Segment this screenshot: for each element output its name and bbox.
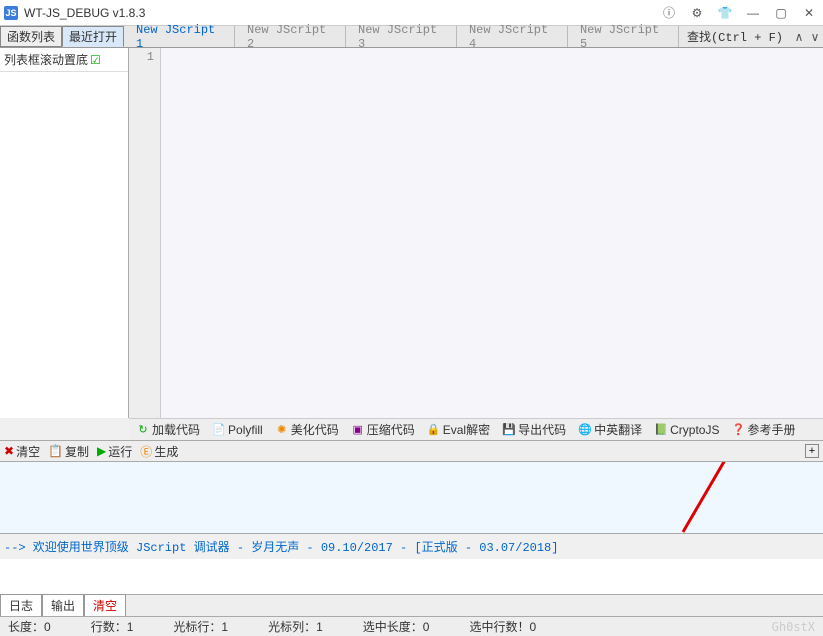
checkbox-icon[interactable]: ☑ — [90, 53, 101, 67]
gen-label: 生成 — [154, 443, 178, 460]
cryptojs-label: CryptoJS — [670, 423, 719, 437]
content-gap — [0, 559, 823, 594]
filetab-2[interactable]: New JScript 2 — [235, 26, 346, 47]
file-icon: 📄 — [212, 423, 226, 437]
polyfill-label: Polyfill — [228, 423, 263, 437]
manual-label: 参考手册 — [747, 421, 795, 438]
copy-label: 复制 — [65, 443, 89, 460]
bottombar: 日志 输出 清空 — [0, 594, 823, 616]
annotation-arrow — [663, 462, 783, 534]
copy-button[interactable]: 📋复制 — [48, 443, 89, 460]
filetab-3[interactable]: New JScript 3 — [346, 26, 457, 47]
code-area[interactable] — [161, 48, 823, 418]
translate-label: 中英翻译 — [594, 421, 642, 438]
status-sel-len: 选中长度：0 — [363, 618, 430, 635]
run-label: 运行 — [108, 443, 132, 460]
eval-button[interactable]: 🔒Eval解密 — [424, 420, 493, 439]
line-number: 1 — [129, 50, 154, 64]
tab-log[interactable]: 日志 — [0, 594, 42, 617]
settings-icon[interactable]: ⚙ — [687, 3, 707, 23]
add-button[interactable]: + — [805, 444, 819, 458]
filetabs: New JScript 1 New JScript 2 New JScript … — [124, 26, 679, 47]
editor-toolbar: ↻加载代码 📄Polyfill ✺美化代码 ▣压缩代码 🔒Eval解密 💾导出代… — [129, 418, 823, 440]
export-label: 导出代码 — [518, 421, 566, 438]
sidetab-funcs[interactable]: 函数列表 — [0, 26, 62, 47]
filetab-4[interactable]: New JScript 4 — [457, 26, 568, 47]
book-icon: 📗 — [654, 423, 668, 437]
compress-button[interactable]: ▣压缩代码 — [348, 420, 418, 439]
sidetab-recent[interactable]: 最近打开 — [62, 26, 124, 47]
sidebar-header-label: 列表框滚动置底 — [4, 51, 88, 68]
shirt-icon[interactable]: 👕 — [715, 3, 735, 23]
status-cursor-col: 光标列：1 — [268, 618, 323, 635]
clear-label: 清空 — [16, 443, 40, 460]
welcome-message: --> 欢迎使用世界顶级 JScript 调试器 - 岁月无声 - 09.10/… — [0, 534, 823, 559]
sidebar-header[interactable]: 列表框滚动置底 ☑ — [0, 48, 128, 72]
translate-icon: 🌐 — [578, 423, 592, 437]
status-lines: 行数：1 — [91, 618, 134, 635]
load-code-button[interactable]: ↻加载代码 — [133, 420, 203, 439]
app-logo: JS — [4, 6, 18, 20]
minimize-icon[interactable]: — — [743, 3, 763, 23]
code-editor[interactable]: 1 — [129, 48, 823, 418]
search-label[interactable]: 查找(Ctrl + F) — [679, 26, 791, 47]
load-label: 加载代码 — [152, 421, 200, 438]
eval-label: Eval解密 — [443, 421, 490, 438]
watermark: Gh0stX — [772, 620, 815, 634]
clear-button[interactable]: ✖清空 — [4, 443, 40, 460]
cryptojs-button[interactable]: 📗CryptoJS — [651, 422, 722, 438]
status-length: 长度：0 — [8, 618, 51, 635]
status-cursor-line: 光标行：1 — [173, 618, 228, 635]
lock-icon: 🔒 — [427, 423, 441, 437]
window-title: WT-JS_DEBUG v1.8.3 — [24, 6, 659, 20]
main-area: 列表框滚动置底 ☑ 1 — [0, 48, 823, 418]
play-icon: ▶ — [97, 444, 106, 458]
refresh-icon: ↻ — [136, 423, 150, 437]
actionbar: ✖清空 📋复制 ▶运行 Ⓔ生成 + — [0, 440, 823, 462]
polyfill-button[interactable]: 📄Polyfill — [209, 422, 266, 438]
sidebar: 列表框滚动置底 ☑ — [0, 48, 129, 418]
save-icon: 💾 — [502, 423, 516, 437]
run-button[interactable]: ▶运行 — [97, 443, 132, 460]
statusbar: 长度：0 行数：1 光标行：1 光标列：1 选中长度：0 选中行数！0 Gh0s… — [0, 616, 823, 636]
tab-output[interactable]: 输出 — [42, 594, 84, 617]
export-button[interactable]: 💾导出代码 — [499, 420, 569, 439]
output-panel[interactable] — [0, 462, 823, 534]
window-controls: ⓘ ⚙ 👕 — ▢ ✕ — [659, 3, 819, 23]
tabbar: 函数列表 最近打开 New JScript 1 New JScript 2 Ne… — [0, 26, 823, 48]
copy-icon: 📋 — [48, 444, 63, 458]
manual-button[interactable]: ❓参考手册 — [728, 420, 798, 439]
e-icon: Ⓔ — [140, 443, 152, 460]
tab-clear[interactable]: 清空 — [84, 594, 126, 617]
beautify-label: 美化代码 — [291, 421, 339, 438]
line-gutter: 1 — [129, 48, 161, 418]
compress-icon: ▣ — [351, 423, 365, 437]
filetab-1[interactable]: New JScript 1 — [124, 26, 235, 47]
status-sel-lines: 选中行数！0 — [469, 618, 536, 635]
beautify-button[interactable]: ✺美化代码 — [272, 420, 342, 439]
close-icon[interactable]: ✕ — [799, 3, 819, 23]
filetab-5[interactable]: New JScript 5 — [568, 26, 679, 47]
x-icon: ✖ — [4, 444, 14, 458]
translate-button[interactable]: 🌐中英翻译 — [575, 420, 645, 439]
generate-button[interactable]: Ⓔ生成 — [140, 443, 178, 460]
tab-next-icon[interactable]: ∨ — [807, 26, 823, 47]
info-icon[interactable]: ⓘ — [659, 3, 679, 23]
star-icon: ✺ — [275, 423, 289, 437]
help-icon: ❓ — [731, 423, 745, 437]
maximize-icon[interactable]: ▢ — [771, 3, 791, 23]
compress-label: 压缩代码 — [367, 421, 415, 438]
tab-prev-icon[interactable]: ∧ — [791, 26, 807, 47]
